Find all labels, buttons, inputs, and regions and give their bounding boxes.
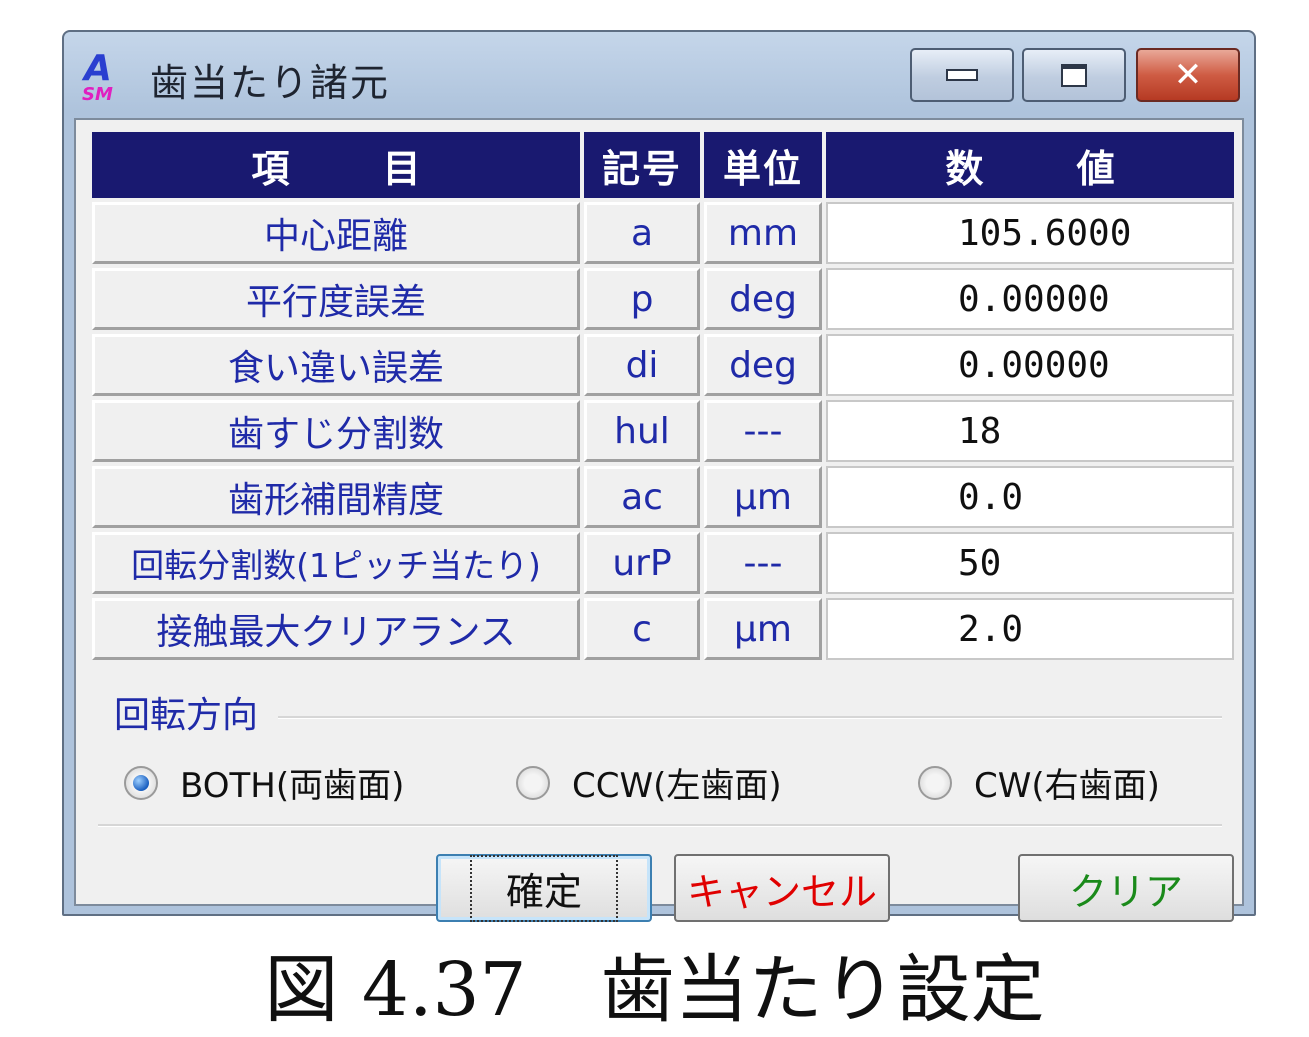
row-unit: --- <box>704 400 822 462</box>
radio-label: BOTH(両歯面) <box>180 766 405 806</box>
row-symbol: di <box>584 334 700 396</box>
profile-interp-accuracy-input[interactable]: 0.0 <box>826 466 1234 528</box>
close-icon: ✕ <box>1173 55 1203 95</box>
radio-label: CW(右歯面) <box>974 766 1160 806</box>
row-unit: deg <box>704 268 822 330</box>
table-row: 平行度誤差 p deg 0.00000 <box>92 268 1234 330</box>
row-item-label: 接触最大クリアランス <box>92 598 580 660</box>
confirm-button[interactable]: 確定 <box>436 854 652 922</box>
svg-text:SM: SM <box>82 84 113 104</box>
app-logo-icon: A SM <box>81 48 113 104</box>
row-unit: mm <box>704 202 822 264</box>
row-item-label: 平行度誤差 <box>92 268 580 330</box>
table-header-row: 項 目 記号 単位 数 値 <box>92 132 1234 198</box>
radio-selected-icon[interactable] <box>124 765 158 800</box>
figure-caption: 図 4.37 歯当たり設定 <box>264 947 1045 1033</box>
row-unit: μm <box>704 598 822 660</box>
offset-error-input[interactable]: 0.00000 <box>826 334 1234 396</box>
row-unit: --- <box>704 532 822 594</box>
group-bottom-divider <box>98 824 1222 827</box>
row-item-label: 中心距離 <box>92 202 580 264</box>
row-symbol: c <box>584 598 700 660</box>
confirm-button-label: 確定 <box>469 854 618 922</box>
row-symbol: hul <box>584 400 700 462</box>
header-value: 数 値 <box>826 132 1234 198</box>
minimize-icon <box>946 69 978 81</box>
max-clearance-input[interactable]: 2.0 <box>826 598 1234 660</box>
center-distance-input[interactable]: 105.6000 <box>826 202 1234 264</box>
svg-text:A: A <box>81 48 112 89</box>
close-button[interactable]: ✕ <box>1136 48 1240 102</box>
table-row: 回転分割数(1ピッチ当たり) urP --- 50 <box>92 532 1234 594</box>
row-item-label: 食い違い誤差 <box>92 334 580 396</box>
table-row: 歯すじ分割数 hul --- 18 <box>92 400 1234 462</box>
radio-cw[interactable]: CW(右歯面) <box>918 758 1160 807</box>
radio-ccw[interactable]: CCW(左歯面) <box>516 758 782 807</box>
row-unit: deg <box>704 334 822 396</box>
title-bar[interactable]: A SM 歯当たり諸元 ✕ <box>64 32 1254 118</box>
window-title: 歯当たり諸元 <box>150 61 391 105</box>
clear-button[interactable]: クリア <box>1018 854 1234 922</box>
row-symbol: urP <box>584 532 700 594</box>
header-unit: 単位 <box>704 132 822 198</box>
group-divider <box>278 716 1222 719</box>
row-symbol: p <box>584 268 700 330</box>
maximize-button[interactable] <box>1022 48 1126 102</box>
row-symbol: a <box>584 202 700 264</box>
rotation-divisions-input[interactable]: 50 <box>826 532 1234 594</box>
maximize-icon <box>1061 63 1087 87</box>
parameter-table: 項 目 記号 単位 数 値 中心距離 a mm 105.6000 平行度誤差 p… <box>88 128 1238 664</box>
row-item-label: 回転分割数(1ピッチ当たり) <box>92 532 580 594</box>
row-item-label: 歯形補間精度 <box>92 466 580 528</box>
radio-unselected-icon[interactable] <box>516 765 550 800</box>
header-item: 項 目 <box>92 132 580 198</box>
table-row: 接触最大クリアランス c μm 2.0 <box>92 598 1234 660</box>
radio-unselected-icon[interactable] <box>918 765 952 800</box>
radio-label: CCW(左歯面) <box>572 766 782 806</box>
row-symbol: ac <box>584 466 700 528</box>
table-row: 食い違い誤差 di deg 0.00000 <box>92 334 1234 396</box>
radio-both[interactable]: BOTH(両歯面) <box>124 758 404 807</box>
row-item-label: 歯すじ分割数 <box>92 400 580 462</box>
table-row: 歯形補間精度 ac μm 0.0 <box>92 466 1234 528</box>
header-symbol: 記号 <box>584 132 700 198</box>
cancel-button[interactable]: キャンセル <box>674 854 890 922</box>
rotation-direction-group: 回転方向 BOTH(両歯面) CCW(左歯面) CW(右歯面) <box>98 686 1228 832</box>
group-title: 回転方向 <box>114 695 259 736</box>
lead-divisions-input[interactable]: 18 <box>826 400 1234 462</box>
parallelism-error-input[interactable]: 0.00000 <box>826 268 1234 330</box>
row-unit: μm <box>704 466 822 528</box>
dialog-window: A SM 歯当たり諸元 ✕ 項 目 記号 単位 数 値 中心距離 a mm 10… <box>62 30 1256 922</box>
client-area: 項 目 記号 単位 数 値 中心距離 a mm 105.6000 平行度誤差 p… <box>74 118 1244 922</box>
table-row: 中心距離 a mm 105.6000 <box>92 202 1234 264</box>
minimize-button[interactable] <box>910 48 1014 102</box>
